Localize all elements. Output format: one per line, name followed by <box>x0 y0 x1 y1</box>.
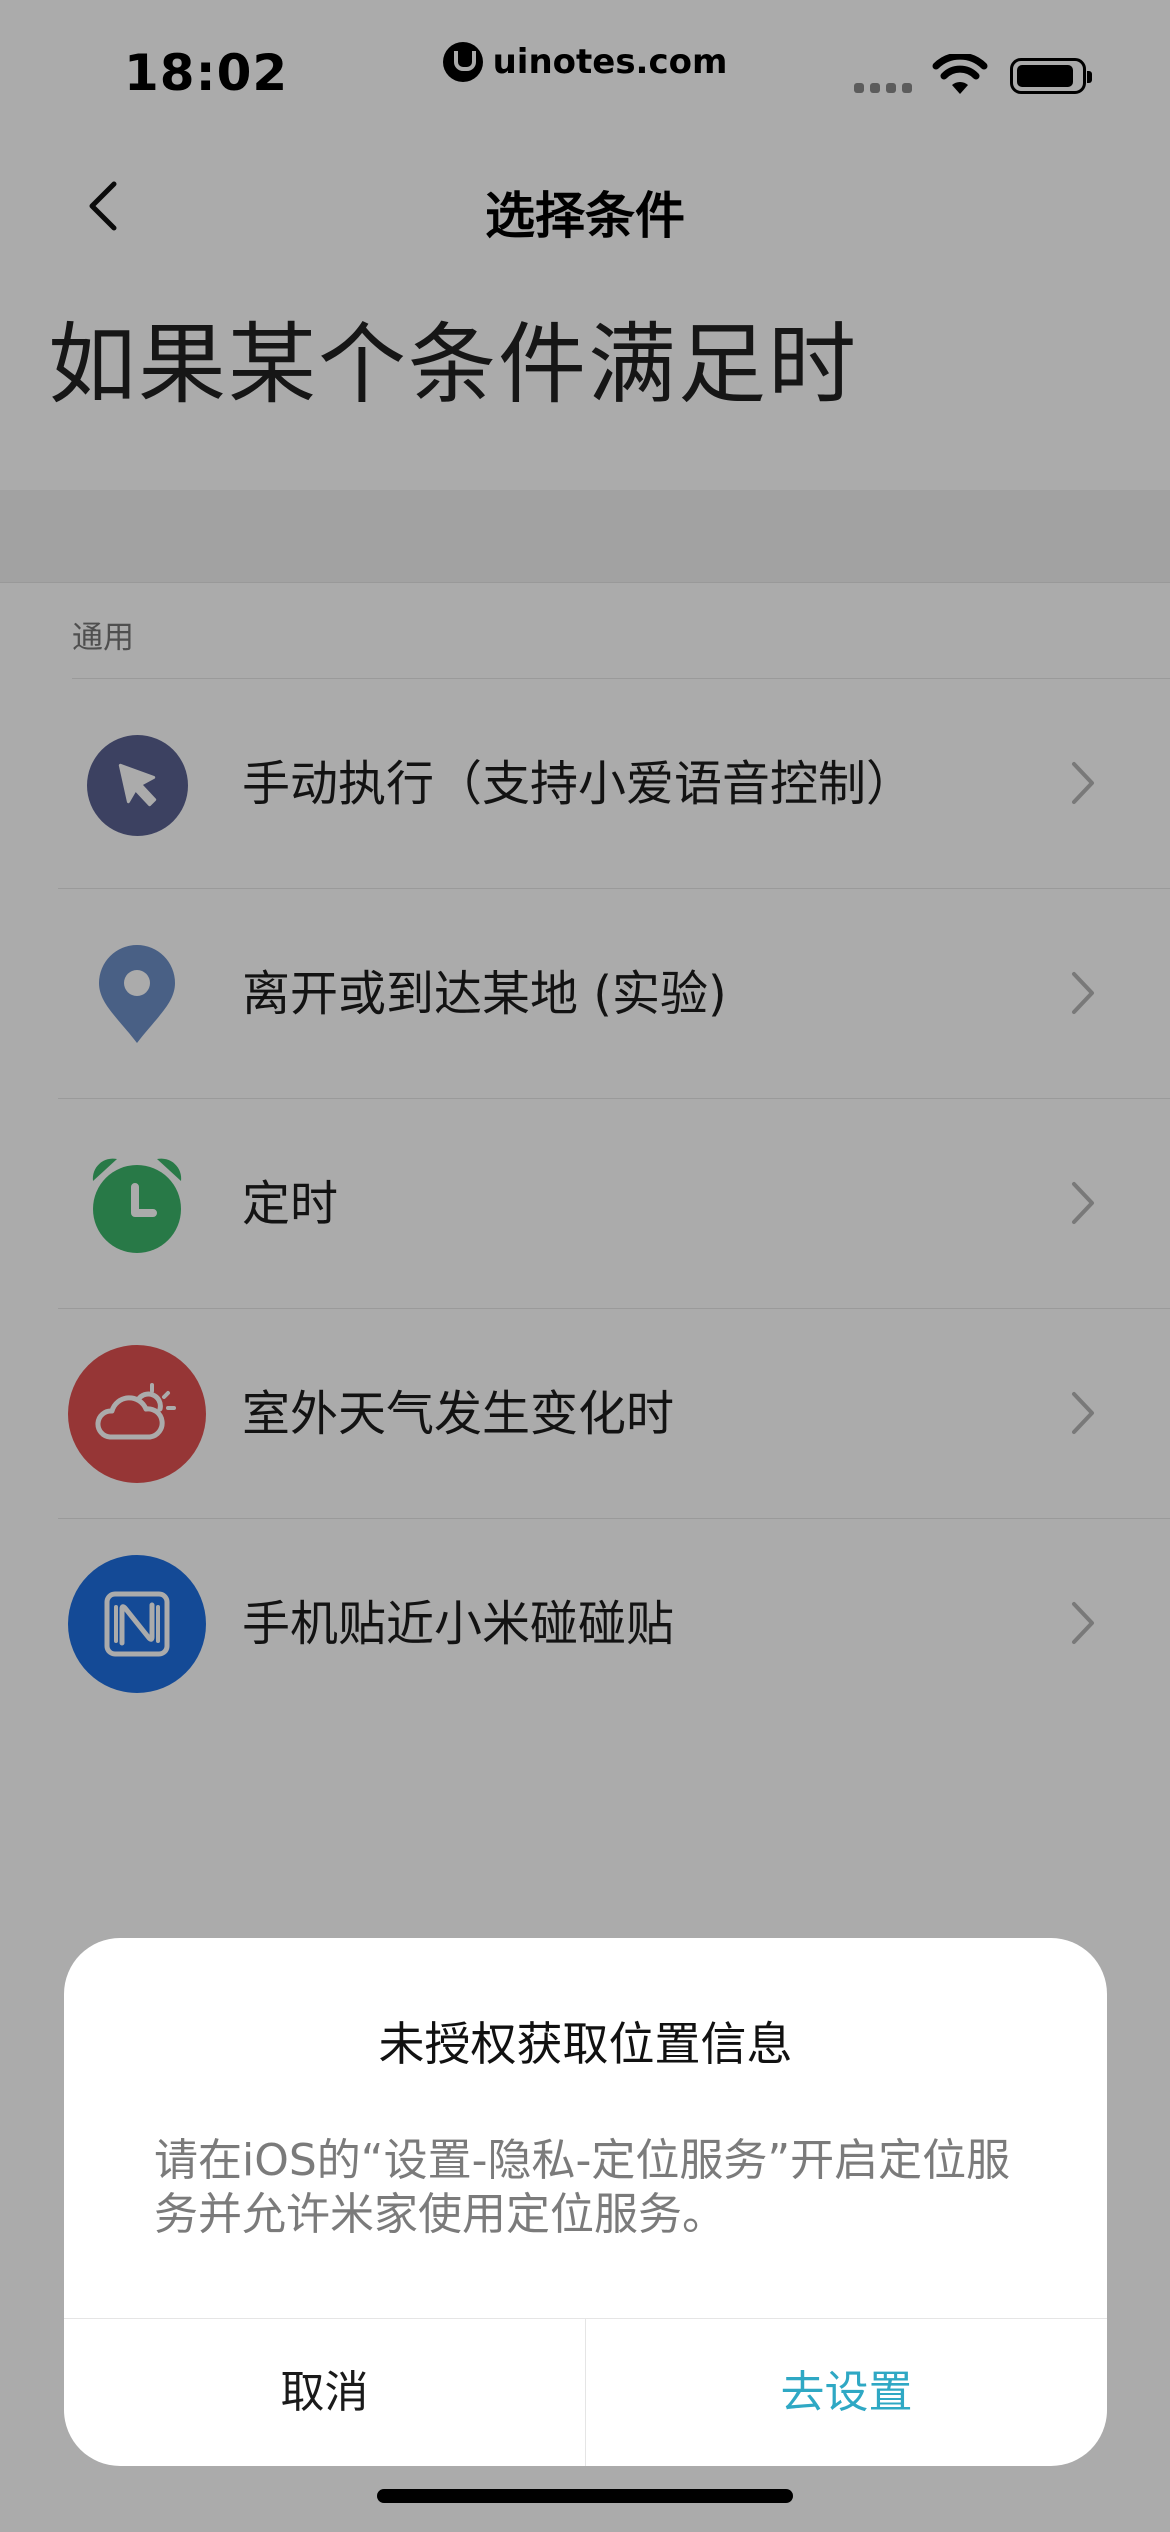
location-permission-dialog: 未授权获取位置信息 请在iOS的“设置-隐私-定位服务”开启定位服务并允许米家使… <box>64 1938 1107 2466</box>
automation-condition-page: 18:02 uinotes.com 选择条件 如果某个条件满足时 通用 手动执行… <box>0 0 1170 2532</box>
cancel-button[interactable]: 取消 <box>64 2319 585 2466</box>
home-indicator[interactable] <box>377 2489 793 2503</box>
go-to-settings-button[interactable]: 去设置 <box>586 2319 1107 2466</box>
dialog-message: 请在iOS的“设置-隐私-定位服务”开启定位服务并允许米家使用定位服务。 <box>154 2135 1011 2240</box>
dialog-title: 未授权获取位置信息 <box>378 2017 793 2071</box>
